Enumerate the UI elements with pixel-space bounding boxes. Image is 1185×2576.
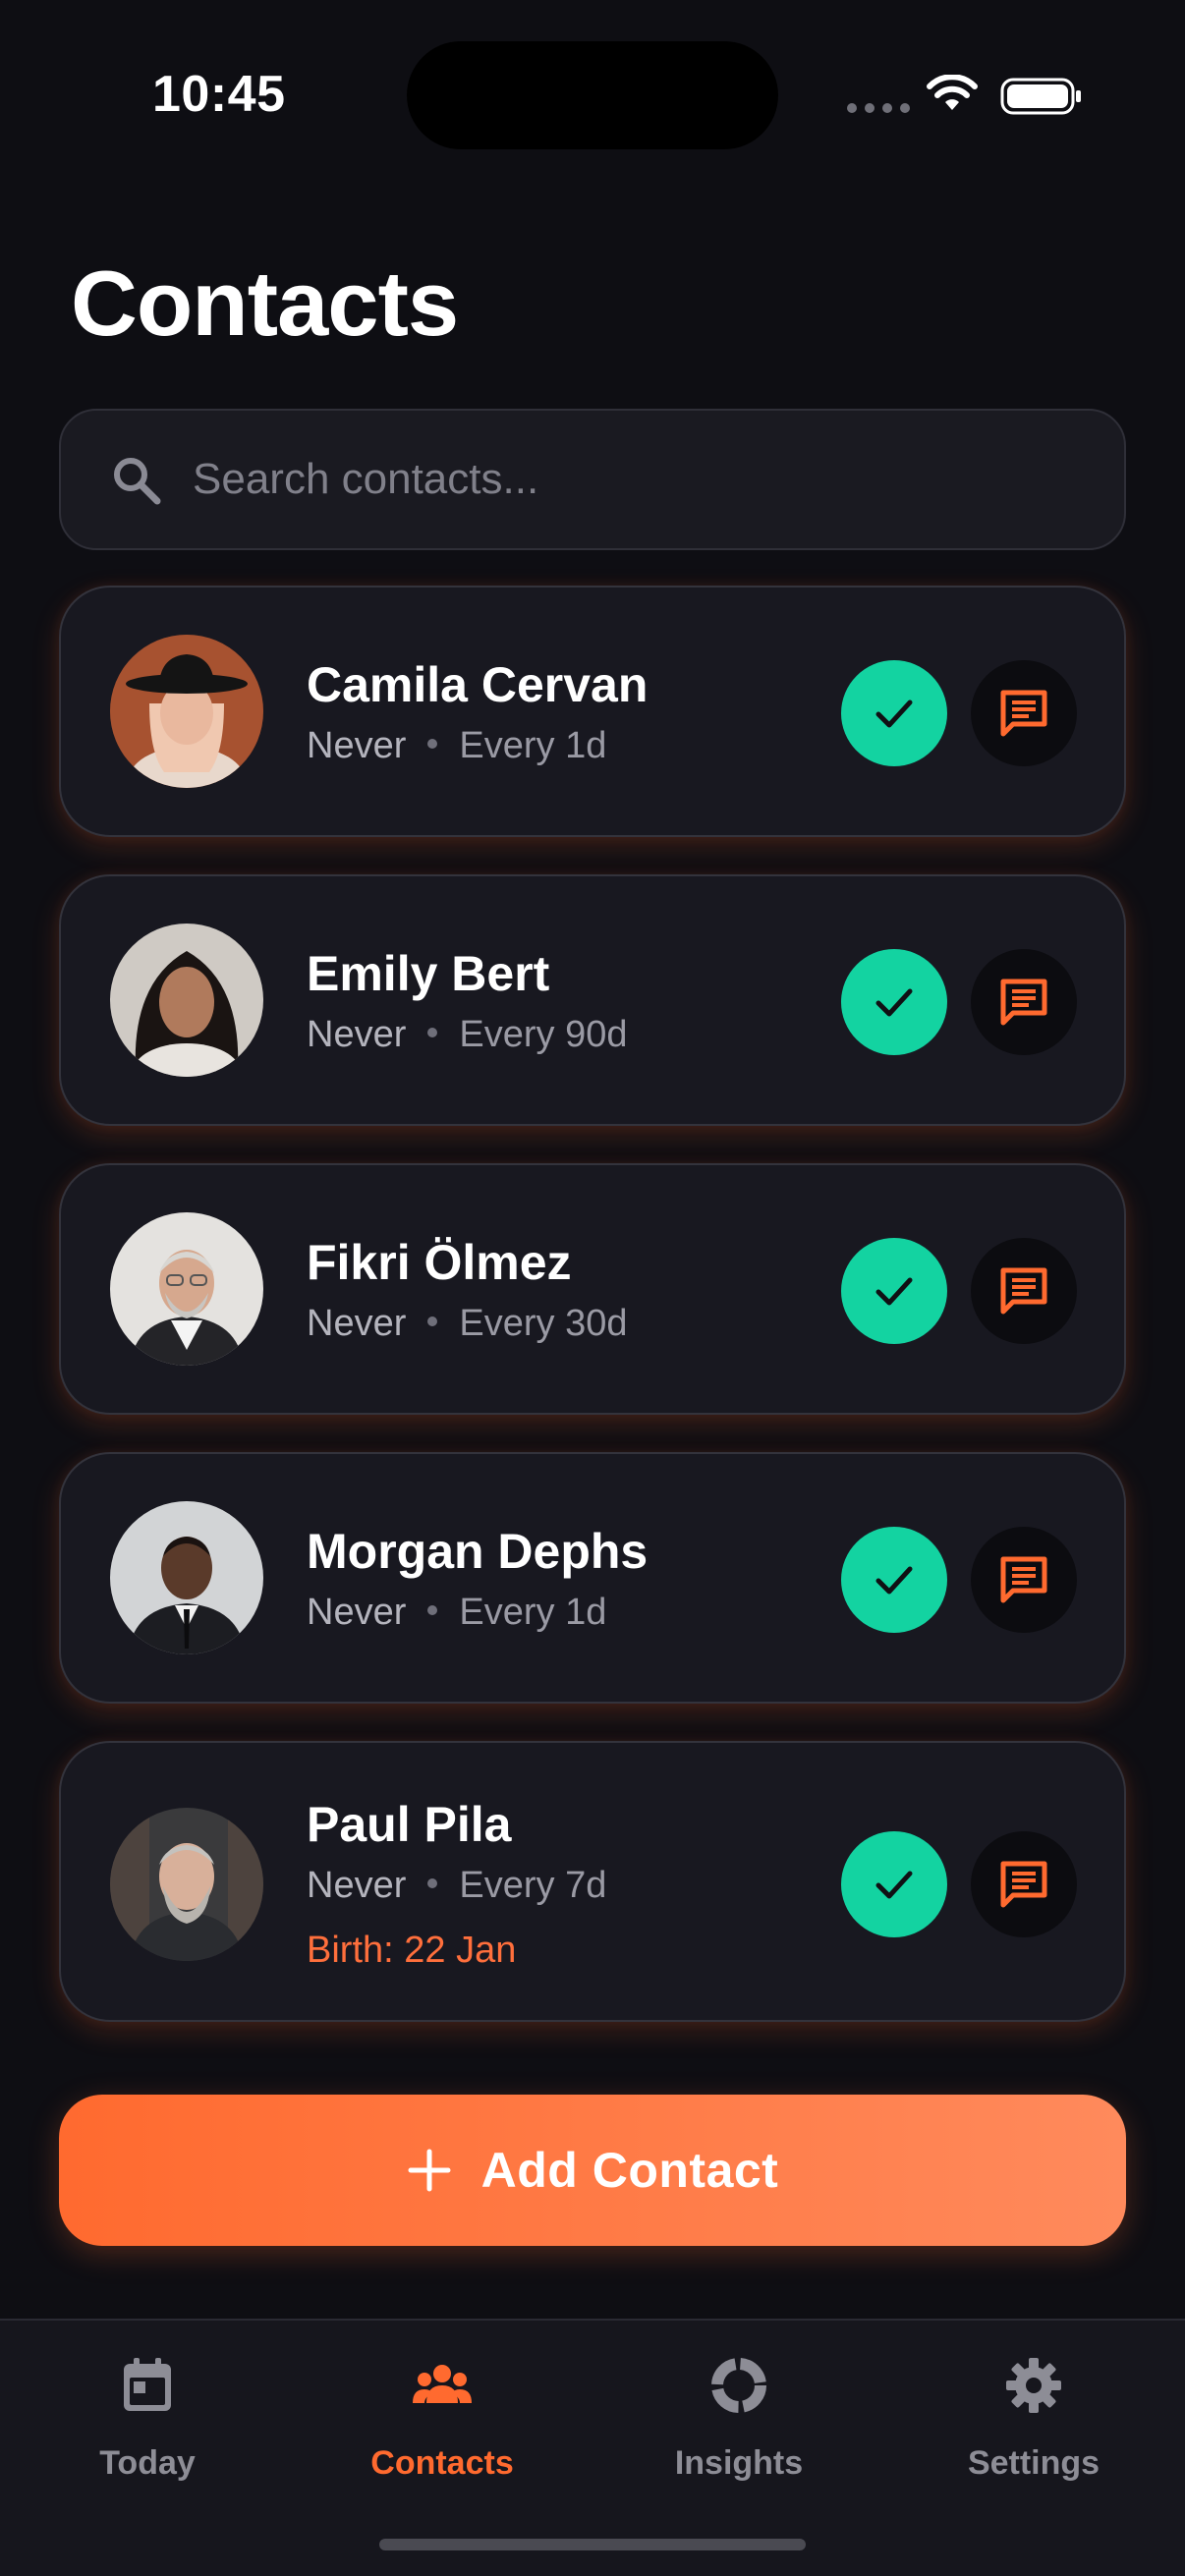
gear-icon	[1006, 2358, 1061, 2413]
separator-dot	[427, 738, 438, 749]
message-button[interactable]	[971, 660, 1077, 766]
checkmark-icon	[875, 1871, 913, 1899]
status-time: 10:45	[152, 66, 286, 123]
tab-settings[interactable]: Settings	[916, 2354, 1152, 2511]
last-contact: Never	[307, 1592, 407, 1633]
home-indicator	[379, 2539, 806, 2550]
wifi-icon	[927, 75, 978, 110]
avatar	[110, 924, 263, 1077]
tab-label: Insights	[674, 2444, 804, 2482]
mark-contacted-button[interactable]	[841, 1831, 947, 1937]
message-button[interactable]	[971, 1238, 1077, 1344]
tab-insights[interactable]: Insights	[621, 2354, 857, 2511]
frequency: Every 1d	[459, 1592, 607, 1633]
add-contact-button[interactable]: Add Contact	[59, 2095, 1126, 2246]
checkmark-icon	[875, 700, 913, 728]
checkmark-icon	[875, 1566, 913, 1595]
last-contact: Never	[307, 1865, 407, 1906]
donut-chart-icon	[711, 2358, 766, 2413]
message-icon	[1000, 1861, 1047, 1908]
tab-label: Contacts	[370, 2444, 514, 2482]
frequency: Every 7d	[459, 1865, 607, 1906]
contact-card[interactable]: Morgan Dephs Never Every 1d	[59, 1452, 1126, 1704]
avatar	[110, 1808, 263, 1961]
calendar-icon	[124, 2358, 171, 2411]
tab-today[interactable]: Today	[29, 2354, 265, 2511]
message-icon	[1000, 1267, 1047, 1315]
plus-icon	[408, 2149, 451, 2192]
frequency: Every 30d	[459, 1303, 628, 1344]
contact-name: Fikri Ölmez	[307, 1235, 572, 1290]
separator-dot	[427, 1316, 438, 1326]
cellular-signal-icon	[847, 103, 910, 113]
checkmark-icon	[875, 988, 913, 1017]
add-contact-label: Add Contact	[480, 2143, 779, 2198]
tab-contacts[interactable]: Contacts	[324, 2354, 560, 2511]
avatar	[110, 635, 263, 788]
message-icon	[1000, 690, 1047, 737]
separator-dot	[427, 1604, 438, 1615]
page-title: Contacts	[71, 252, 459, 355]
tab-label: Settings	[967, 2444, 1100, 2482]
avatar	[110, 1501, 263, 1654]
last-contact: Never	[307, 725, 407, 766]
last-contact: Never	[307, 1303, 407, 1344]
frequency: Every 1d	[459, 725, 607, 766]
message-button[interactable]	[971, 949, 1077, 1055]
status-bar: 10:45	[0, 0, 1185, 196]
battery-icon	[1000, 78, 1081, 115]
message-icon	[1000, 979, 1047, 1026]
contact-meta: Never Every 7d	[307, 1865, 606, 1907]
separator-dot	[427, 1877, 438, 1888]
contact-name: Paul Pila	[307, 1797, 512, 1852]
contact-card[interactable]: Paul Pila Never Every 7d Birth: 22 Jan	[59, 1741, 1126, 2022]
message-icon	[1000, 1556, 1047, 1603]
avatar	[110, 1212, 263, 1366]
contact-name: Morgan Dephs	[307, 1524, 649, 1579]
contact-card[interactable]: Camila Cervan Never Every 1d	[59, 586, 1126, 837]
contact-name: Camila Cervan	[307, 657, 649, 712]
tab-bar: Today Contacts Insights Settings	[0, 2319, 1185, 2576]
contact-card[interactable]: Fikri Ölmez Never Every 30d	[59, 1163, 1126, 1415]
dynamic-island	[407, 41, 778, 149]
frequency: Every 90d	[459, 1014, 628, 1055]
birthday-label: Birth: 22 Jan	[307, 1930, 517, 1971]
contact-meta: Never Every 1d	[307, 725, 606, 767]
contact-meta: Never Every 90d	[307, 1014, 627, 1056]
mark-contacted-button[interactable]	[841, 949, 947, 1055]
checkmark-icon	[875, 1277, 913, 1306]
contact-card[interactable]: Emily Bert Never Every 90d	[59, 874, 1126, 1126]
message-button[interactable]	[971, 1527, 1077, 1633]
search-input[interactable]	[193, 411, 1077, 548]
contact-meta: Never Every 1d	[307, 1592, 606, 1634]
contact-name: Emily Bert	[307, 946, 550, 1001]
separator-dot	[427, 1027, 438, 1037]
message-button[interactable]	[971, 1831, 1077, 1937]
mark-contacted-button[interactable]	[841, 1527, 947, 1633]
search-box[interactable]	[59, 409, 1126, 550]
contact-meta: Never Every 30d	[307, 1303, 627, 1345]
people-icon	[413, 2365, 472, 2403]
last-contact: Never	[307, 1014, 407, 1055]
search-icon	[114, 458, 161, 505]
tab-label: Today	[99, 2444, 196, 2482]
mark-contacted-button[interactable]	[841, 1238, 947, 1344]
mark-contacted-button[interactable]	[841, 660, 947, 766]
